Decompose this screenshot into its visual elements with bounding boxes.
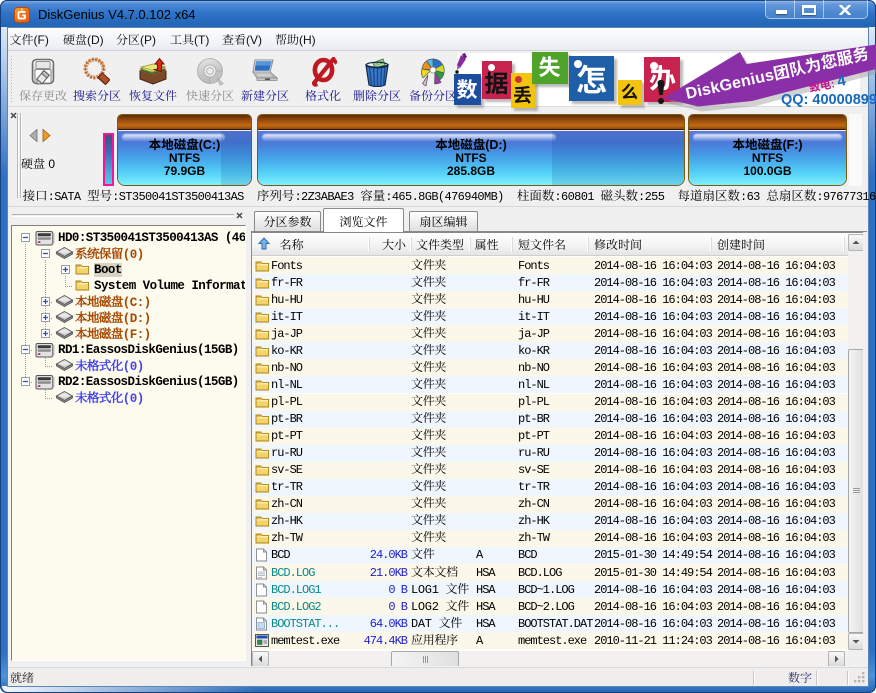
svg-text:QQ: 40000899: QQ: 40000899 — [781, 92, 876, 108]
